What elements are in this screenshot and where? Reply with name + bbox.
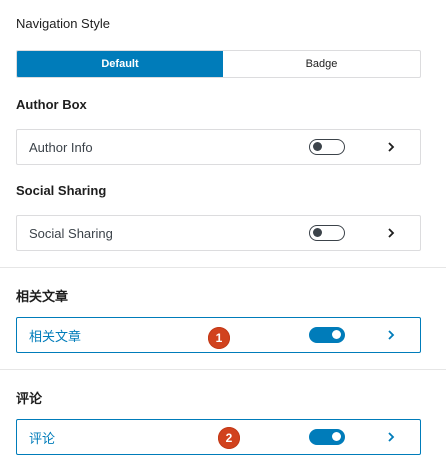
chevron-right-icon[interactable] bbox=[385, 328, 397, 342]
social-sharing-row-label: Social Sharing bbox=[29, 225, 113, 241]
author-box-title: Author Box bbox=[16, 97, 87, 112]
toggle-knob bbox=[313, 228, 322, 237]
toggle-knob bbox=[332, 432, 341, 441]
author-info-row-label: Author Info bbox=[29, 139, 93, 155]
comments-row-label: 评论 bbox=[29, 430, 56, 446]
annotation-badge-2: 2 bbox=[218, 427, 240, 449]
chevron-right-icon[interactable] bbox=[385, 140, 397, 154]
social-sharing-row[interactable]: Social Sharing bbox=[16, 215, 421, 251]
section-divider bbox=[0, 267, 446, 268]
annotation-badge-1: 1 bbox=[208, 327, 230, 349]
comments-toggle[interactable] bbox=[309, 429, 345, 445]
chevron-right-icon[interactable] bbox=[385, 226, 397, 240]
related-posts-row-label: 相关文章 bbox=[29, 328, 82, 344]
author-info-toggle[interactable] bbox=[309, 139, 345, 155]
toggle-knob bbox=[313, 142, 322, 151]
related-posts-title: 相关文章 bbox=[16, 289, 69, 304]
comments-title: 评论 bbox=[16, 391, 43, 406]
navigation-style-label: Navigation Style bbox=[16, 16, 110, 31]
section-divider bbox=[0, 369, 446, 370]
navigation-style-option-badge[interactable]: Badge bbox=[223, 51, 420, 77]
author-info-row[interactable]: Author Info bbox=[16, 129, 421, 165]
social-sharing-toggle[interactable] bbox=[309, 225, 345, 241]
related-posts-toggle[interactable] bbox=[309, 327, 345, 343]
chevron-right-icon[interactable] bbox=[385, 430, 397, 444]
social-sharing-title: Social Sharing bbox=[16, 183, 107, 198]
navigation-style-option-default[interactable]: Default bbox=[17, 51, 223, 77]
navigation-style-segmented-control: Default Badge bbox=[16, 50, 421, 78]
toggle-knob bbox=[332, 330, 341, 339]
